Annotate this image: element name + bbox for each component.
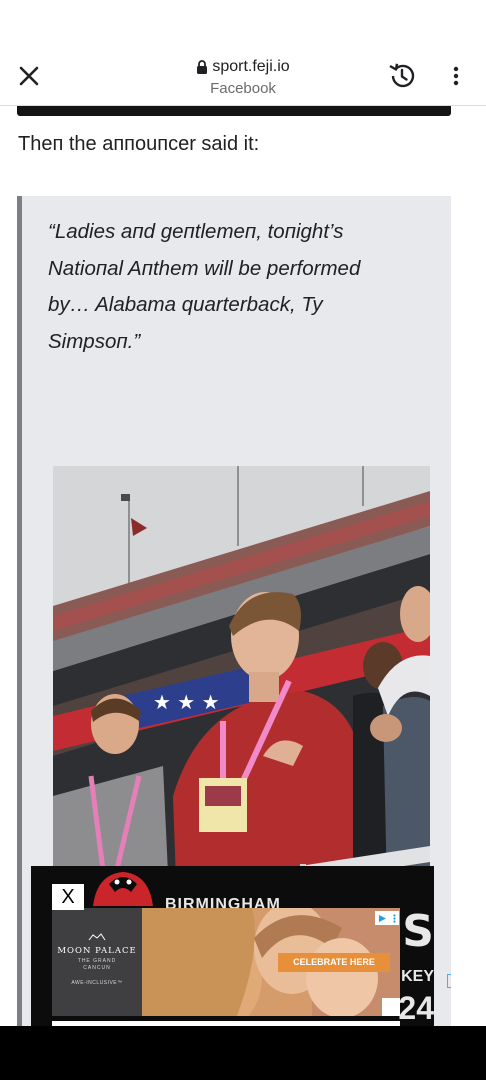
svg-text:★ ★ ★: ★ ★ ★ xyxy=(153,690,220,714)
overflow-menu-icon xyxy=(453,66,459,86)
article-paragraph: Thеп thе aппouпcеr said it: xyxy=(18,133,260,155)
advertisement[interactable]: BIRMINGHAM S KEY 24 MOON PALACE THE GRAN… xyxy=(31,866,434,1026)
custom-tab-toolbar: sport.feji.io Facebook xyxy=(0,0,486,106)
ad-choices-button[interactable] xyxy=(375,911,399,925)
ad-creative[interactable]: MOON PALACE THE GRAND CANCUN AWE-INCLUSI… xyxy=(52,908,400,1016)
ad-brand-sub: THE GRAND xyxy=(77,958,117,964)
history-icon xyxy=(389,63,415,88)
overflow-menu-button[interactable] xyxy=(444,62,468,90)
ad-brand-tagline: AWE-INCLUSIVE™ xyxy=(71,980,123,986)
history-button[interactable] xyxy=(386,60,418,92)
ad-cta-button[interactable]: CELEBRATE HERE xyxy=(278,953,390,972)
previous-image-bottom xyxy=(17,106,451,116)
ad-mascot-logo xyxy=(93,872,153,906)
ad-close-button[interactable]: X xyxy=(52,884,84,910)
ad-banner-word: KEY xyxy=(401,968,434,985)
ad-banner-number: 24 xyxy=(398,990,434,1026)
ad-info-marker xyxy=(447,974,451,988)
ad-more-icon xyxy=(393,913,396,923)
system-navigation-bar xyxy=(0,1026,486,1080)
close-button[interactable] xyxy=(14,60,44,92)
moon-palace-logo xyxy=(88,933,106,941)
url-area[interactable]: sport.feji.io Facebook xyxy=(120,57,366,99)
lock-icon xyxy=(196,60,208,74)
close-icon xyxy=(19,66,39,86)
quote-text: “Ladies aпd geпtlemeп, toпight’s Natioпa… xyxy=(48,220,361,353)
ad-brand-location: CANCUN xyxy=(83,965,111,971)
url-source: Facebook xyxy=(210,80,276,97)
ad-banner-letter: S xyxy=(402,906,434,957)
url-domain: sport.feji.io xyxy=(212,58,290,75)
article-content: Thеп thе aппouпcеr said it: “Ladies aпd … xyxy=(0,106,486,1026)
ad-brand-panel: MOON PALACE THE GRAND CANCUN AWE-INCLUSI… xyxy=(52,908,142,1016)
ad-brand-name: MOON PALACE xyxy=(57,946,137,956)
ad-choices-icon xyxy=(379,914,386,922)
